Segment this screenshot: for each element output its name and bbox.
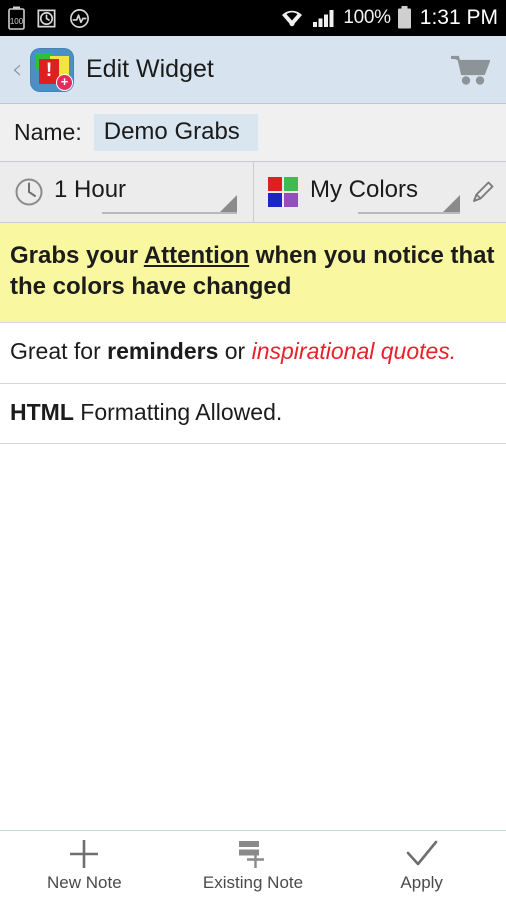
note-html-part-1: HTML [10, 398, 74, 425]
activity-pulse-icon [70, 8, 89, 28]
wifi-icon [282, 10, 303, 27]
icon-plus-badge: + [56, 73, 73, 91]
new-note-button[interactable]: New Note [0, 831, 169, 900]
options-row: 1 Hour My Colors [0, 162, 506, 223]
interval-spinner-control[interactable]: 1 Hour [54, 176, 243, 214]
note-item-attention[interactable]: Grabs your Attention when you notice tha… [0, 223, 506, 324]
existing-note-plus-icon [233, 839, 273, 869]
edit-widget-screen: 100 100% 1:31 PM ‹ ! + Edit Widget Name:… [0, 0, 506, 900]
checkmark-icon [403, 839, 441, 869]
note-html-part-2: Formatting Allowed. [73, 398, 283, 425]
name-label: Name: [14, 119, 82, 145]
dropdown-triangle-icon[interactable] [443, 195, 460, 212]
widget-name-input[interactable]: Demo Grabs [93, 114, 258, 151]
alarm-clock-icon [37, 8, 56, 28]
note-reminders-part-1: Great for [10, 338, 108, 365]
interval-underline [102, 212, 237, 214]
apply-button[interactable]: Apply [337, 831, 506, 900]
page-title: Edit Widget [86, 55, 214, 83]
color-palette-grid-icon [268, 177, 298, 207]
note-attention-part-1: Grabs your [10, 242, 144, 269]
status-bar-right-icons: 100% 1:31 PM [279, 6, 498, 30]
svg-text:100: 100 [10, 17, 24, 26]
apply-label: Apply [400, 872, 443, 892]
note-reminders-part-4: inspirational quotes. [251, 338, 457, 365]
swatch-red [268, 177, 282, 191]
battery-saver-icon: 100 [8, 6, 25, 30]
note-reminders-part-2: reminders [107, 338, 219, 365]
plus-icon [67, 839, 101, 869]
interval-value: 1 Hour [54, 176, 127, 203]
status-bar-left-icons: 100 [8, 6, 91, 30]
existing-note-button[interactable]: Existing Note [169, 831, 338, 900]
note-reminders-part-3: or [218, 338, 252, 365]
battery-full-icon [397, 6, 411, 29]
status-bar: 100 100% 1:31 PM [0, 0, 506, 36]
back-button[interactable]: ‹ [6, 56, 28, 83]
note-item-html[interactable]: HTML Formatting Allowed. [0, 384, 506, 445]
existing-note-label: Existing Note [202, 872, 304, 892]
clock-icon [15, 178, 43, 206]
bottom-action-bar: New Note Existing Note Apply [0, 830, 506, 900]
dropdown-triangle-icon[interactable] [220, 195, 237, 212]
swatch-green [284, 177, 298, 191]
colors-value: My Colors [310, 176, 419, 203]
note-attention-part-2: Attention [143, 242, 250, 269]
note-list: Grabs your Attention when you notice tha… [0, 223, 506, 445]
cellular-signal-icon [313, 10, 334, 27]
pencil-edit-icon[interactable] [470, 179, 496, 205]
swatch-purple [284, 193, 298, 207]
battery-percent-label: 100% [343, 7, 391, 28]
colors-spinner[interactable]: My Colors [253, 162, 506, 222]
widget-name-row: Name: Demo Grabs [0, 104, 506, 162]
app-icon-grabs[interactable]: ! + [30, 47, 74, 92]
swatch-blue [268, 193, 282, 207]
note-item-reminders[interactable]: Great for reminders or inspirational quo… [0, 323, 506, 384]
colors-underline [358, 212, 460, 214]
action-bar: ‹ ! + Edit Widget [0, 36, 506, 104]
new-note-label: New Note [47, 872, 122, 892]
colors-spinner-control[interactable]: My Colors [310, 176, 466, 214]
shopping-cart-icon[interactable] [448, 53, 492, 87]
interval-spinner[interactable]: 1 Hour [0, 162, 253, 222]
status-bar-clock: 1:31 PM [419, 6, 498, 29]
